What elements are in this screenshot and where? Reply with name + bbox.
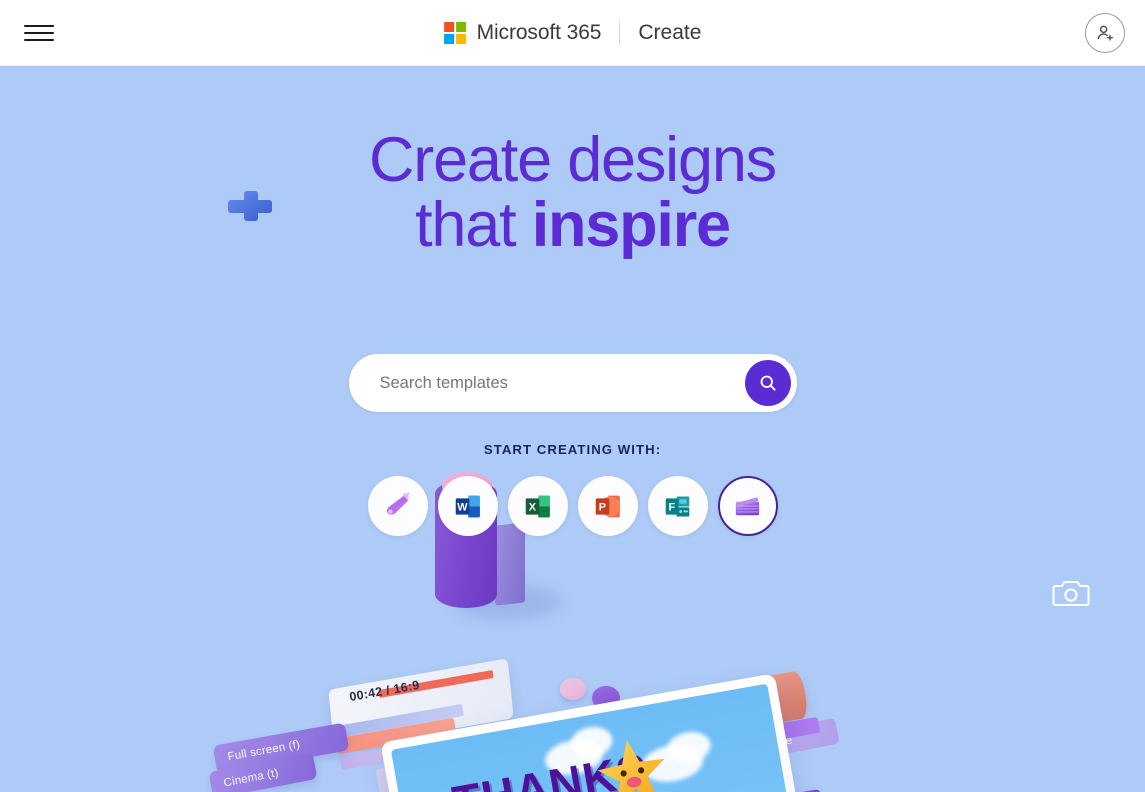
illustration-dot (560, 678, 586, 700)
hamburger-line (24, 24, 54, 27)
app-name: Create (638, 20, 702, 44)
app-chip-clipchamp[interactable] (717, 476, 778, 536)
word-icon: W (455, 495, 480, 517)
search-bar[interactable] (348, 354, 797, 412)
powerpoint-icon: P (595, 495, 621, 517)
start-creating-label: START CREATING WITH: (483, 442, 662, 457)
app-header: Microsoft 365 Create (0, 0, 1145, 66)
excel-icon: X (525, 495, 550, 517)
hero-title-line-2-normal: that (415, 189, 532, 260)
forms-icon: F (665, 496, 690, 516)
app-chip-excel[interactable]: X (507, 476, 568, 536)
app-chip-powerpoint[interactable]: P (577, 476, 638, 536)
brand[interactable]: Microsoft 365 Create (443, 20, 702, 45)
page-title: Create designs that inspire (0, 128, 1145, 258)
svg-text:X: X (529, 501, 537, 513)
app-chip-row: W X P F (367, 476, 778, 536)
designer-icon (386, 492, 410, 515)
app-chip-forms[interactable]: F (647, 476, 708, 536)
svg-text:F: F (669, 501, 676, 513)
hero-title-line-1: Create designs (369, 125, 777, 195)
brand-name: Microsoft 365 (476, 20, 602, 44)
svg-text:P: P (599, 501, 606, 513)
camera-icon[interactable] (1052, 577, 1090, 609)
brand-divider (619, 20, 621, 45)
hamburger-menu-icon[interactable] (24, 22, 54, 44)
microsoft-logo-icon (443, 21, 466, 44)
app-chip-designer[interactable] (367, 476, 428, 536)
search-input[interactable] (348, 373, 745, 393)
svg-text:W: W (457, 501, 468, 513)
hamburger-line (24, 31, 54, 34)
person-add-icon[interactable] (1085, 12, 1125, 53)
app-chip-word[interactable]: W (437, 476, 498, 536)
search-button[interactable] (744, 360, 791, 406)
hamburger-line (24, 38, 54, 41)
hero-title-line-2-bold: inspire (531, 189, 731, 260)
clipchamp-icon (735, 496, 760, 515)
hero-section: Create designs that inspire START CREATI… (0, 66, 1145, 792)
